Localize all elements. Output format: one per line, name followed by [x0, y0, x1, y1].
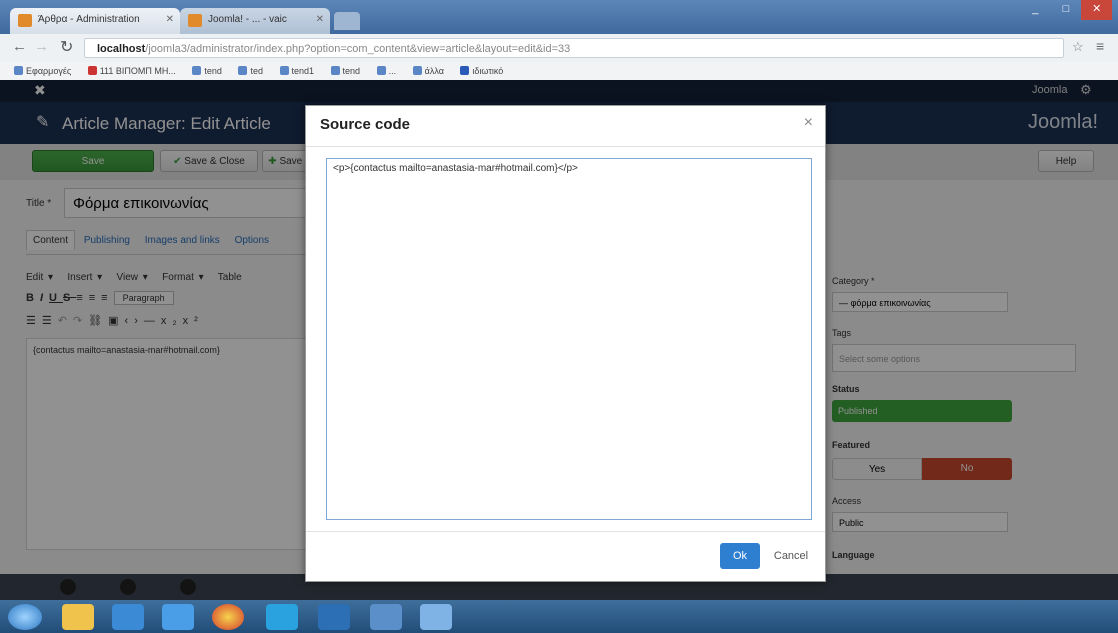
apps-icon [14, 66, 23, 75]
url-input[interactable]: localhost/joomla3/administrator/index.ph… [84, 38, 1064, 58]
source-code-textarea[interactable]: <p>{contactus mailto=anastasia-mar#hotma… [326, 158, 812, 520]
bookmark-icon [279, 66, 289, 75]
bookmark-item[interactable]: 111 ΒΙΠΟΜΠ ΜΗ... [87, 62, 176, 80]
close-tab-icon[interactable]: ✕ [316, 8, 324, 32]
divider [306, 531, 825, 532]
browser-tab-bar: Άρθρα - Administration ✕ Joomla! - ... -… [0, 0, 1118, 34]
ok-button[interactable]: Ok [720, 543, 760, 569]
bookmark-label: ... [388, 66, 397, 76]
bookmark-label: Εφαρμογές [26, 66, 72, 76]
minimize-button[interactable]: _ [1020, 0, 1051, 20]
bookmark-icon [238, 66, 248, 75]
window-controls: _ □ ✕ [1020, 0, 1113, 20]
bookmark-label: 111 ΒΙΠΟΜΠ ΜΗ... [99, 66, 176, 76]
bookmark-item[interactable]: Εφαρμογές [14, 62, 71, 80]
cancel-button[interactable]: Cancel [768, 543, 814, 569]
ie-taskbar-icon[interactable] [112, 604, 144, 630]
joomla-favicon-icon [188, 14, 202, 27]
explorer-taskbar-icon[interactable] [62, 604, 94, 630]
divider [306, 146, 825, 147]
forward-arrow-icon[interactable]: → [34, 38, 49, 55]
bookmark-icon [192, 66, 202, 75]
bookmark-label: άλλα [424, 66, 444, 76]
bookmark-label: tend [342, 66, 361, 76]
bookmark-icon [87, 66, 97, 75]
new-tab-button[interactable] [334, 12, 360, 30]
close-window-button[interactable]: ✕ [1081, 0, 1113, 20]
joomla-favicon-icon [18, 14, 32, 27]
bookmark-item[interactable]: tend [192, 62, 222, 80]
bookmark-item[interactable]: tend1 [279, 62, 315, 80]
bookmark-icon [460, 66, 470, 75]
dialog-title: Source code [320, 116, 411, 133]
close-icon[interactable]: × [804, 114, 813, 132]
bookmark-item[interactable]: ... [376, 62, 397, 80]
bookmark-item[interactable]: άλλα [412, 62, 444, 80]
bookmark-item[interactable]: ιδιωτικό [460, 62, 503, 80]
star-icon[interactable]: ☆ [1072, 39, 1084, 55]
reload-icon[interactable]: ↻ [60, 37, 73, 57]
app-taskbar-icon[interactable] [162, 604, 194, 630]
menu-icon[interactable]: ≡ [1096, 38, 1104, 54]
bookmark-label: tend [204, 66, 222, 76]
app-taskbar-icon[interactable] [370, 604, 402, 630]
url-host: localhost [97, 43, 146, 55]
bookmark-icon [376, 66, 386, 75]
back-arrow-icon[interactable]: ← [12, 38, 27, 55]
close-tab-icon[interactable]: ✕ [166, 8, 174, 32]
start-button[interactable] [8, 604, 42, 630]
browser-tab[interactable]: Joomla! - ... - vaic ✕ [180, 8, 330, 34]
chrome-taskbar-icon[interactable] [212, 604, 244, 630]
bookmark-label: ιδιωτικό [472, 66, 504, 76]
tab-label: Joomla! - ... - vaic [208, 14, 287, 25]
bookmark-item[interactable]: tend [330, 62, 361, 80]
browser-tab-active[interactable]: Άρθρα - Administration ✕ [10, 8, 180, 34]
bookmark-icon [412, 66, 422, 75]
app-taskbar-icon[interactable] [420, 604, 452, 630]
source-code-dialog: Source code × <p>{contactus mailto=anast… [305, 105, 826, 582]
bookmarks-bar: Εφαρμογές 111 ΒΙΠΟΜΠ ΜΗ... tend ted tend… [0, 62, 1118, 81]
bookmark-icon [330, 66, 340, 75]
skype-taskbar-icon[interactable] [266, 604, 298, 630]
url-path: /joomla3/administrator/index.php?option=… [145, 43, 571, 55]
bookmark-label: ted [250, 66, 263, 76]
bookmark-label: tend1 [291, 66, 315, 76]
app-taskbar-icon[interactable] [318, 604, 350, 630]
bookmark-item[interactable]: ted [238, 62, 263, 80]
tab-label: Άρθρα - Administration [38, 14, 140, 25]
system-tray[interactable] [1000, 608, 1110, 628]
maximize-button[interactable]: □ [1051, 0, 1082, 20]
